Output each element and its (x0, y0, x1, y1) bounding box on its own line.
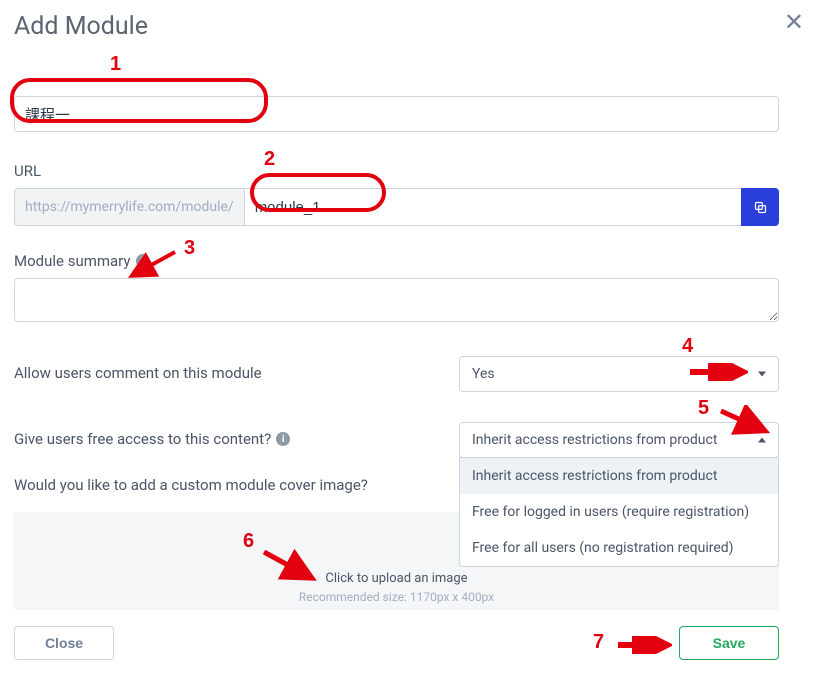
annotation-number-4: 4 (682, 335, 693, 358)
copy-icon (753, 200, 768, 215)
chevron-down-icon (758, 372, 766, 377)
copy-url-button[interactable] (741, 188, 779, 226)
access-option-logged-in[interactable]: Free for logged in users (require regist… (460, 494, 778, 530)
access-select[interactable]: Inherit access restrictions from product (459, 422, 779, 458)
upload-size-hint: Recommended size: 1170px x 400px (299, 590, 494, 604)
url-prefix: https://mymerrylife.com/module/ (14, 188, 244, 226)
modal-footer: Close Save (14, 626, 779, 660)
url-slug-input[interactable] (244, 188, 741, 226)
url-input-group: https://mymerrylife.com/module/ (14, 188, 779, 226)
summary-row: Module summary i (14, 252, 802, 326)
summary-label: Module summary i (14, 252, 802, 270)
access-label: Give users free access to this content? … (14, 422, 459, 448)
chevron-up-icon (758, 438, 766, 443)
close-button[interactable]: Close (14, 626, 114, 660)
access-row: Give users free access to this content? … (14, 422, 779, 458)
module-summary-textarea[interactable] (14, 278, 779, 322)
info-icon[interactable]: i (136, 254, 150, 268)
annotation-number-1: 1 (110, 53, 121, 76)
comments-select[interactable]: Yes (459, 356, 779, 392)
url-label: URL (14, 162, 802, 180)
module-name-row (14, 96, 802, 132)
module-name-input[interactable] (14, 96, 779, 132)
info-icon[interactable]: i (276, 432, 290, 446)
access-option-all[interactable]: Free for all users (no registration requ… (460, 530, 778, 566)
annotation-number-5: 5 (698, 397, 709, 420)
upload-text: Click to upload an image (325, 571, 467, 586)
url-row: URL https://mymerrylife.com/module/ (14, 162, 802, 226)
save-button[interactable]: Save (679, 626, 779, 660)
comments-label: Allow users comment on this module (14, 356, 459, 382)
comments-row: Allow users comment on this module Yes (14, 356, 779, 392)
access-select-wrap: Inherit access restrictions from product… (459, 422, 779, 458)
modal-title: Add Module (14, 12, 802, 41)
access-option-inherit[interactable]: Inherit access restrictions from product (460, 458, 778, 494)
comments-select-wrap: Yes (459, 356, 779, 392)
modal-close-x[interactable]: ✕ (784, 10, 804, 34)
access-dropdown: Inherit access restrictions from product… (459, 457, 779, 567)
